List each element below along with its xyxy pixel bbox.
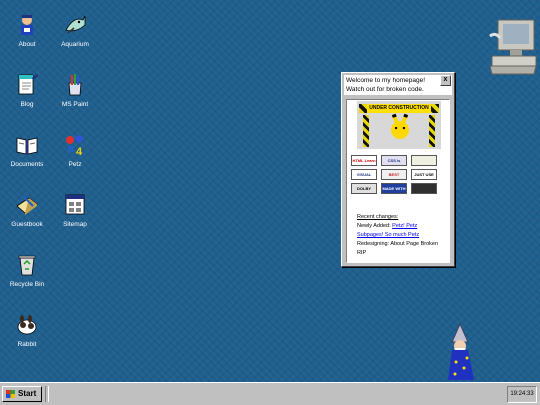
desktop-icon-label: Guestbook	[11, 221, 43, 228]
badge-just-use[interactable]: JUST USE PN	[411, 169, 437, 180]
windows-logo-icon	[6, 390, 15, 398]
desktop-icon-label: Documents	[10, 161, 44, 168]
desktop: About Blog Documents Guestbook Recycle B…	[0, 0, 540, 382]
start-label: Start	[18, 389, 37, 398]
system-clock[interactable]: 19:24:33	[507, 386, 537, 403]
badge-css[interactable]: CSS is difficult	[381, 155, 407, 166]
dice-icon: 4	[62, 132, 88, 158]
badge-misc[interactable]	[411, 183, 437, 194]
person-icon	[14, 12, 40, 38]
barrier-post-left	[363, 115, 369, 147]
badge-made-with-computer[interactable]: MADE WITH A COMPUTER	[381, 183, 407, 194]
pikachu-icon	[391, 121, 409, 139]
desktop-icon-sitemap[interactable]: Sitemap	[49, 192, 101, 228]
change-prefix: RIP	[357, 250, 367, 256]
under-construction-banner: UNDER CONSTRUCTION	[357, 101, 441, 149]
window-title: Welcome to my homepage! Watch out for br…	[344, 75, 452, 95]
change-item: Redesigning: About Page Broken	[357, 240, 449, 249]
desktop-icon-petz[interactable]: 4 Petz	[49, 132, 101, 168]
wizard-mascot-icon	[440, 322, 480, 382]
notepad-icon	[14, 72, 40, 98]
badge-html[interactable]: HTML Learn Code	[351, 155, 377, 166]
badge-vscode[interactable]: VISUAL STUDIO Code	[351, 169, 377, 180]
svg-text:4: 4	[76, 146, 83, 158]
desktop-icon-about[interactable]: About	[1, 12, 53, 48]
desktop-icon-label: Sitemap	[63, 221, 87, 228]
change-item: Newly Added: Petz! Petz	[357, 222, 449, 231]
desktop-icon-rabbit[interactable]: Rabbit	[1, 312, 53, 348]
desktop-icon-label: About	[18, 41, 36, 48]
desktop-icon-aquarium[interactable]: Aquarium	[49, 12, 101, 48]
badge-dolby[interactable]: DOLBY 800x600	[351, 183, 377, 194]
fish-icon	[62, 12, 88, 38]
taskbar: Start 19:24:33	[0, 382, 540, 405]
desktop-icon-label: Aquarium	[61, 41, 89, 48]
desktop-icon-label: Petz	[68, 161, 82, 168]
change-item: RIP	[357, 249, 449, 258]
pikachu-eyes	[395, 127, 405, 130]
desktop-icon-blog[interactable]: Blog	[1, 72, 53, 108]
change-link[interactable]: Petz! Petz	[392, 223, 417, 229]
rabbit-icon	[14, 312, 40, 338]
desktop-icon-label: Blog	[20, 101, 34, 108]
desktop-icon-recycle-bin[interactable]: Recycle Bin	[1, 252, 53, 288]
book-icon	[14, 132, 40, 158]
desktop-icon-documents[interactable]: Documents	[1, 132, 53, 168]
change-link[interactable]: Subpages! So much Petz	[357, 232, 419, 238]
window-content: UNDER CONSTRUCTION HTML Learn Code CSS i…	[346, 99, 450, 263]
taskbar-separator	[45, 386, 49, 402]
change-item: Subpages! So much Petz	[357, 231, 449, 240]
recycle-bin-icon	[14, 252, 40, 278]
recent-changes: Recent changes: Newly Added: Petz! Petz …	[357, 213, 449, 258]
desktop-icon-guestbook[interactable]: Guestbook	[1, 192, 53, 228]
desktop-icon-label: MS Paint	[61, 101, 89, 108]
desktop-icon-label: Rabbit	[17, 341, 37, 348]
paint-icon	[62, 72, 88, 98]
desktop-icon-ms-paint[interactable]: MS Paint	[49, 72, 101, 108]
banner-text: UNDER CONSTRUCTION	[367, 104, 431, 113]
computer-mascot-icon	[488, 16, 538, 78]
desktop-icon-label: Recycle Bin	[9, 281, 45, 288]
change-prefix: Redesigning: About Page Broken	[357, 241, 439, 247]
barrier-post-right	[429, 115, 435, 147]
close-button[interactable]: x	[440, 75, 451, 86]
guestbook-icon	[14, 192, 40, 218]
change-prefix: Newly Added:	[357, 223, 393, 229]
start-button[interactable]: Start	[2, 386, 42, 402]
welcome-window[interactable]: Welcome to my homepage! Watch out for br…	[341, 72, 455, 267]
changes-heading: Recent changes:	[357, 214, 399, 220]
sitemap-icon	[62, 192, 88, 218]
badge-figure[interactable]	[411, 155, 437, 166]
badge-best-viewed[interactable]: BEST VIEWED	[381, 169, 407, 180]
